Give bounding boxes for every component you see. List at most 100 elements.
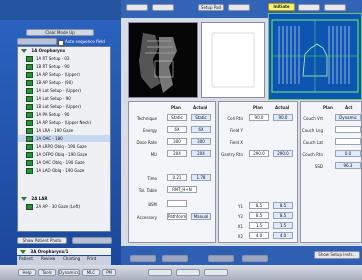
list-item[interactable]: 1A OFPO Oblq - 190 Gaze — [18, 151, 110, 158]
list-item[interactable]: 1A OAC Oblq - 190 Gaze — [18, 159, 110, 166]
expand-triangle-icon — [21, 197, 27, 201]
taskbar-item[interactable] — [204, 269, 228, 276]
field-icon — [26, 204, 33, 210]
mlc-button[interactable]: MLC — [82, 269, 100, 276]
taskbar-item[interactable] — [176, 269, 200, 276]
toolbar-button-7[interactable] — [324, 4, 346, 11]
list-item[interactable]: 1A RT Setup - 03 — [18, 55, 110, 62]
jaw-label: Y1 — [238, 204, 243, 209]
jaw-actual-value[interactable]: 8.5 — [273, 202, 293, 209]
list-item[interactable]: 1A AP Setup - (Upper) — [18, 71, 110, 78]
param-actual-value[interactable]: 6X — [191, 126, 211, 133]
couch-actual-value[interactable] — [335, 126, 361, 133]
list-item[interactable]: 1A LRA - 190 Gaze — [18, 127, 110, 134]
group-1[interactable]: 1A Oropharynx — [18, 47, 110, 54]
field-icon — [26, 144, 33, 150]
list-item-selected[interactable]: 1A OAC - 180 — [18, 135, 110, 142]
group-1-label: 1A Oropharynx — [31, 48, 66, 53]
col-plan-header: Plan — [171, 105, 181, 110]
mlc-beam-view[interactable] — [268, 13, 362, 100]
show-setup-instructions-button[interactable]: Show Setup Instr... — [314, 251, 360, 259]
drr-image-view[interactable] — [128, 22, 198, 98]
field-icon — [26, 88, 33, 94]
geom-actual-value[interactable]: 90.0 — [273, 114, 293, 121]
field-icon — [26, 64, 33, 70]
couch-actual-value[interactable]: 96.3 — [335, 162, 361, 169]
geom-actual-value[interactable]: 290.0 — [273, 150, 293, 157]
group-3[interactable]: 3A Oropharynx/1 — [17, 248, 111, 255]
param-label: MU — [150, 152, 157, 157]
couch-actual-value[interactable]: Dynamic — [335, 114, 361, 121]
tab-left-a[interactable] — [17, 38, 57, 45]
list-item[interactable]: 1A Lat Setup - (Upper) — [18, 87, 110, 94]
param-actual-value[interactable]: Manual — [191, 213, 211, 220]
portal-image-view[interactable] — [201, 22, 265, 98]
review-nav[interactable]: Review — [41, 256, 55, 261]
patient-nav[interactable]: Patient — [19, 256, 33, 261]
list-item-label: 1B AP Setup - (90) — [36, 80, 73, 85]
group-2[interactable]: 2A LAR — [18, 195, 110, 202]
col-actual-header: Actual — [275, 105, 290, 110]
taskbar-item[interactable] — [148, 269, 172, 276]
jaw-actual-value[interactable]: 1.5 — [273, 222, 293, 229]
list-item[interactable]: 1A Lat Setup - 90 — [18, 95, 110, 102]
param-plan-value: RNT_H+N — [167, 186, 197, 193]
action-button-2[interactable] — [162, 255, 188, 262]
drr-image — [129, 23, 197, 97]
setup-pad-button[interactable]: Setup Pad — [198, 4, 224, 11]
action-button-4[interactable] — [242, 255, 268, 262]
field-icon — [26, 128, 33, 134]
param-actual-value[interactable]: Static — [191, 114, 211, 121]
toolbar-button-6[interactable] — [298, 4, 320, 11]
action-button-1[interactable] — [130, 255, 156, 262]
list-item[interactable]: 1A LRPO Oblq - 190 Gaze — [18, 143, 110, 150]
clear-mode-button[interactable]: Clear Mode Up — [26, 29, 94, 36]
list-item[interactable]: 1B AP Setup - (90) — [18, 79, 110, 86]
charting-nav[interactable]: Charting — [63, 256, 80, 261]
geom-plan-value: 90.0 — [249, 114, 269, 121]
list-item-label: 1A Lat Setup - 90 — [36, 96, 71, 101]
param-actual-value[interactable]: 1.78 — [191, 174, 211, 181]
field-icon — [26, 160, 33, 166]
field-icon — [26, 72, 33, 78]
col-actual-header: Actual — [193, 105, 208, 110]
field-icon — [26, 152, 33, 158]
list-item[interactable]: 1B Lat Setup - (Upper) — [18, 103, 110, 110]
list-item[interactable]: 1A LAO Oblq - 190 Gaze — [18, 167, 110, 174]
action-button-3[interactable] — [208, 255, 234, 262]
disabled-side-button[interactable] — [72, 237, 112, 244]
param-label: Technique — [136, 116, 157, 121]
couch-label: Couch Vrt — [303, 116, 323, 121]
toolbar-button-2[interactable] — [152, 4, 174, 11]
bottom-icon-bar: Patient Review Charting Print — [17, 256, 111, 265]
field-icon — [26, 120, 33, 126]
list-item[interactable]: 1B RT Setup - 90 — [18, 63, 110, 70]
geometry-panel: Plan Actual Coll Rtn 90.0 90.0 Field Y F… — [218, 101, 298, 243]
print-nav[interactable]: Print — [87, 256, 96, 261]
help-button[interactable]: Help — [18, 269, 36, 276]
param-actual-value[interactable]: 204 — [191, 150, 211, 157]
list-item[interactable]: 2A AP - 30 Gaze (Left) — [18, 203, 110, 210]
couch-actual-value[interactable]: 0.0 — [335, 150, 361, 157]
list-item[interactable]: 1A PA Setup - 90 — [18, 111, 110, 118]
list-item-label: 2A AP - 30 Gaze (Left) — [36, 204, 81, 209]
jaw-actual-value[interactable]: 4.0 — [273, 232, 293, 239]
param-plan-value: 204 — [167, 150, 187, 157]
dynamics-button[interactable]: Dynamics — [58, 269, 80, 276]
geom-plan-value: 290.0 — [249, 150, 269, 157]
tools-button[interactable]: Tools — [38, 269, 56, 276]
param-plan-value: 0.21 — [167, 174, 187, 181]
param-plan-value: Static — [167, 114, 187, 121]
initiate-button[interactable]: Initiate — [268, 3, 295, 11]
couch-actual-value[interactable] — [335, 138, 361, 145]
param-plan-value: Pathform — [167, 213, 187, 220]
pm-button[interactable]: PM — [102, 269, 116, 276]
param-actual-value[interactable]: 300 — [191, 138, 211, 145]
show-patient-photo-button[interactable]: Show Patient Photo — [17, 237, 67, 244]
list-item[interactable]: 1A AP Setup - (Upper Neck) — [18, 119, 110, 126]
toolbar-button-4[interactable] — [228, 4, 250, 11]
list-item-label: 1A AP Setup - (Upper Neck) — [36, 120, 92, 125]
jaw-actual-value[interactable]: 8.5 — [273, 212, 293, 219]
toolbar-button-1[interactable] — [126, 4, 148, 11]
jaw-plan-value: 1.5 — [249, 222, 269, 229]
